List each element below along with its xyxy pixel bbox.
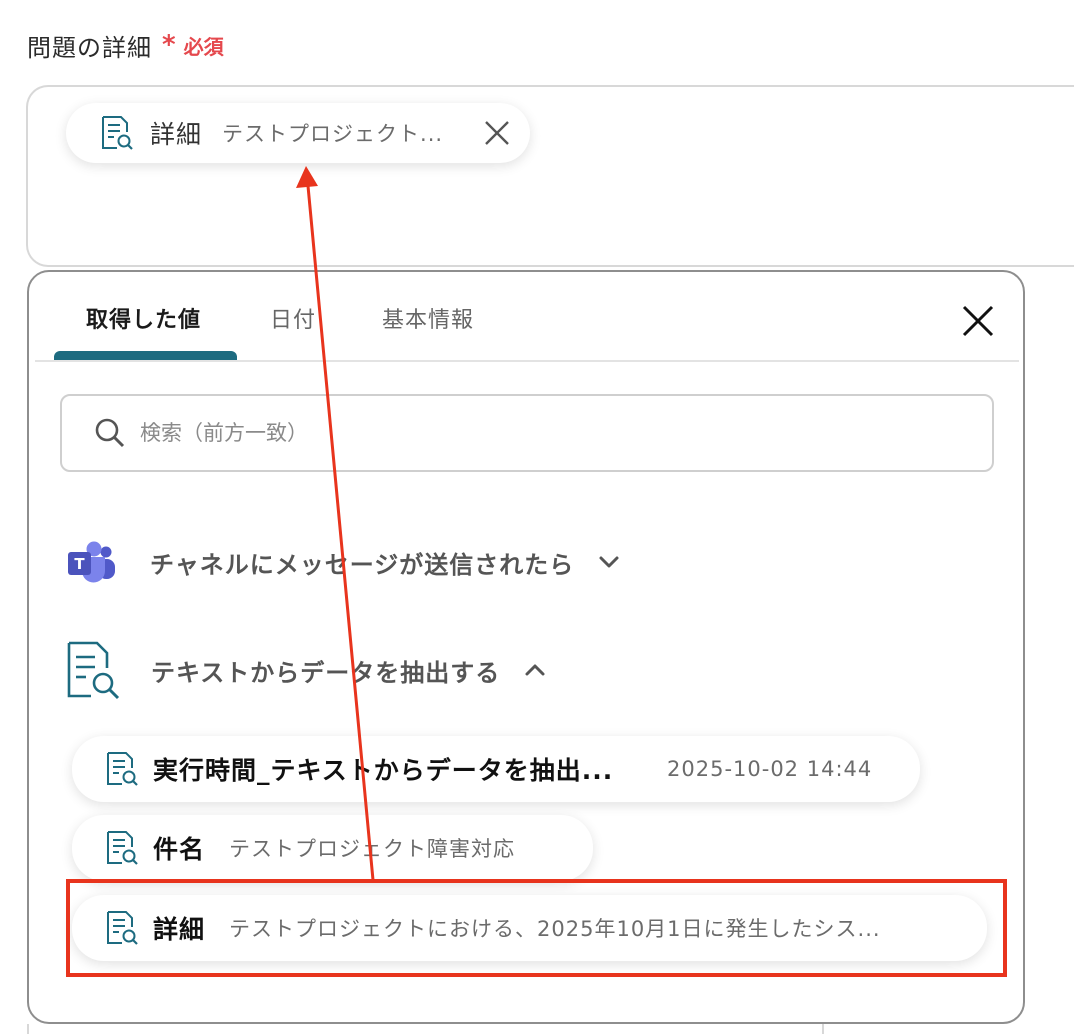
tab-retrieved-values[interactable]: 取得した値 [86,302,201,334]
search-input[interactable] [138,420,922,446]
tab-date[interactable]: 日付 [270,302,316,334]
tab-basic-info[interactable]: 基本情報 [382,302,474,334]
field-label: 問題の詳細 * 必須 [27,28,224,62]
item-value: テストプロジェクト障害対応 [229,837,516,861]
item-name: 実行時間_テキストからデータを抽出... [153,756,614,785]
list-item-detail[interactable]: 詳細 テストプロジェクトにおける、2025年10月1日に発生したシス... [72,895,987,961]
microsoft-teams-icon: T [68,541,115,583]
chevron-down-icon [599,556,619,568]
field-title: 問題の詳細 [27,33,152,62]
section-extract-data[interactable]: テキストからデータを抽出する [65,640,548,700]
list-item-subject[interactable]: 件名 テストプロジェクト障害対応 [72,815,593,881]
search-icon [95,418,125,448]
item-value: 2025-10-02 14:44 [667,757,873,781]
chip-close-icon[interactable] [482,118,512,148]
close-icon[interactable] [961,304,995,338]
section-label: テキストからデータを抽出する [151,658,501,687]
required-asterisk: * [162,30,176,60]
divider [27,1024,29,1034]
document-search-icon [107,752,138,786]
active-tab-indicator [54,351,237,360]
document-search-icon [107,911,138,945]
divider [822,1024,824,1034]
document-search-icon [107,831,138,865]
chip-name: 詳細 [150,120,203,149]
document-search-icon [102,116,133,150]
section-label: チャネルにメッセージが送信されたら [150,550,575,579]
item-name: 詳細 [153,915,206,944]
selected-value-chip[interactable]: 詳細 テストプロジェクト... [66,103,530,163]
document-search-icon [67,641,120,700]
list-item-exec-time[interactable]: 実行時間_テキストからデータを抽出... 2025-10-02 14:44 [72,736,920,802]
chip-value: テストプロジェクト... [222,122,444,146]
svg-text:T: T [74,555,85,573]
item-value: テストプロジェクトにおける、2025年10月1日に発生したシス... [229,917,881,941]
search-box [60,394,994,472]
section-teams-trigger[interactable]: T チャネルにメッセージが送信されたら [65,540,622,584]
chevron-up-icon [525,664,545,676]
item-name: 件名 [153,835,206,864]
tab-bar: 取得した値 日付 基本情報 [35,272,1019,362]
required-text: 必須 [183,34,224,59]
